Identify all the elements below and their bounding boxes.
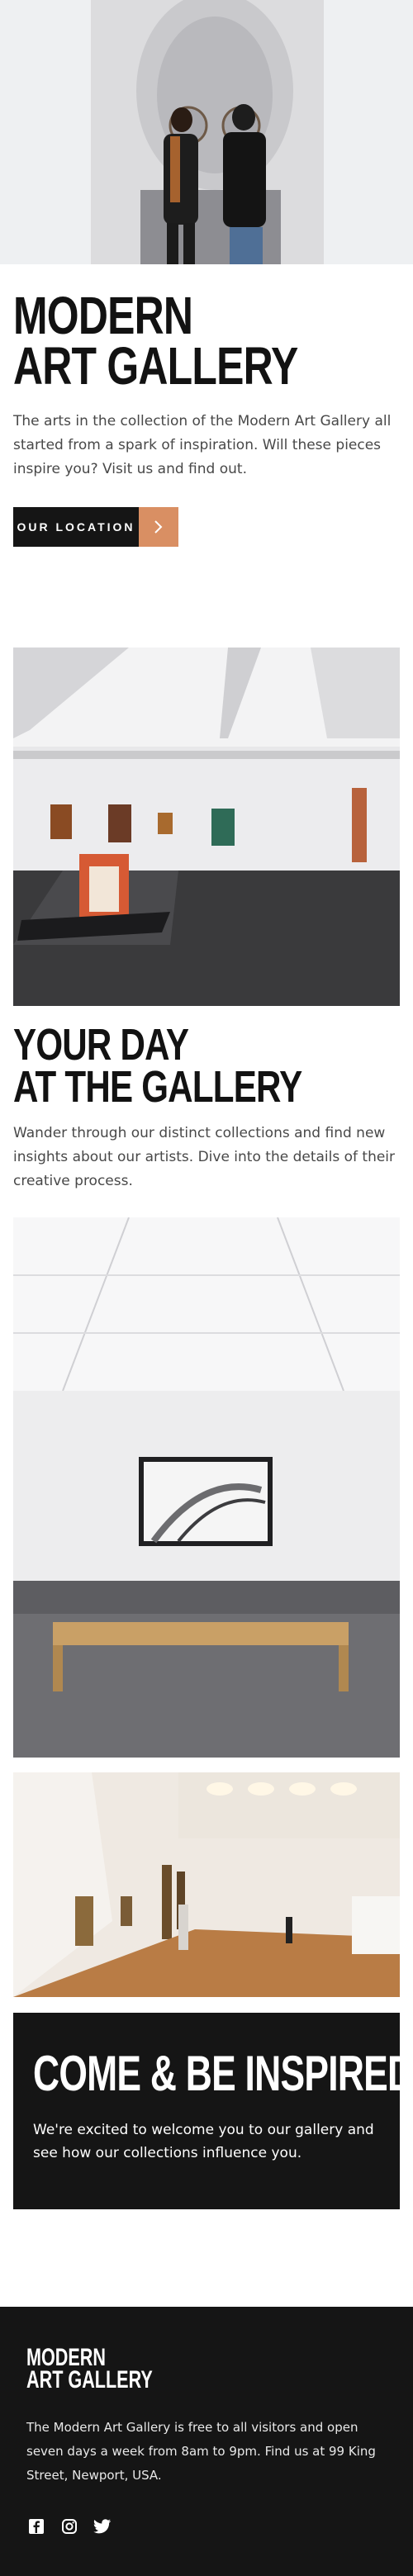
page-title-line-1: MODERN — [13, 286, 193, 345]
location-button-label[interactable]: OUR LOCATION — [13, 507, 139, 547]
hero-image-backdrop-right — [324, 0, 413, 264]
inspire-text: We're excited to welcome you to our gall… — [33, 2122, 374, 2161]
footer-logo-line-1: MODERN — [26, 2344, 107, 2371]
footer: MODERN ART GALLERY The Modern Art Galler… — [0, 2307, 413, 2576]
instagram-icon[interactable] — [59, 2517, 79, 2536]
inspire-panel: COME & BE INSPIRED We're excited to welc… — [13, 2013, 413, 2209]
facebook-icon[interactable] — [26, 2517, 46, 2536]
page-title-line-2: ART GALLERY — [13, 335, 298, 396]
location-button[interactable]: OUR LOCATION — [13, 507, 178, 547]
intro-text: The arts in the collection of the Modern… — [13, 413, 392, 477]
twitter-icon[interactable] — [93, 2517, 112, 2536]
gallery-corridor-image — [13, 1772, 400, 1997]
footer-logo[interactable]: MODERN ART GALLERY — [26, 2344, 153, 2393]
hero-image-backdrop-left — [0, 0, 91, 264]
inspire-title: COME & BE INSPIRED — [33, 2046, 413, 2101]
section-title: YOUR DAY AT THE GALLERY — [13, 1020, 349, 1112]
hero-image — [91, 0, 324, 264]
gallery-bench-image — [13, 1217, 400, 1758]
chevron-right-icon[interactable] — [139, 507, 178, 547]
gallery-interior-image — [13, 648, 400, 1006]
section-title-line-1: YOUR DAY — [13, 1020, 189, 1070]
page-title: MODERN ART GALLERY — [13, 286, 349, 396]
footer-logo-line-2: ART GALLERY — [26, 2366, 153, 2393]
section-text: Wander through our distinct collections … — [13, 1125, 396, 1189]
section-title-line-2: AT THE GALLERY — [13, 1062, 302, 1112]
footer-text: The Modern Art Gallery is free to all vi… — [26, 2420, 376, 2483]
